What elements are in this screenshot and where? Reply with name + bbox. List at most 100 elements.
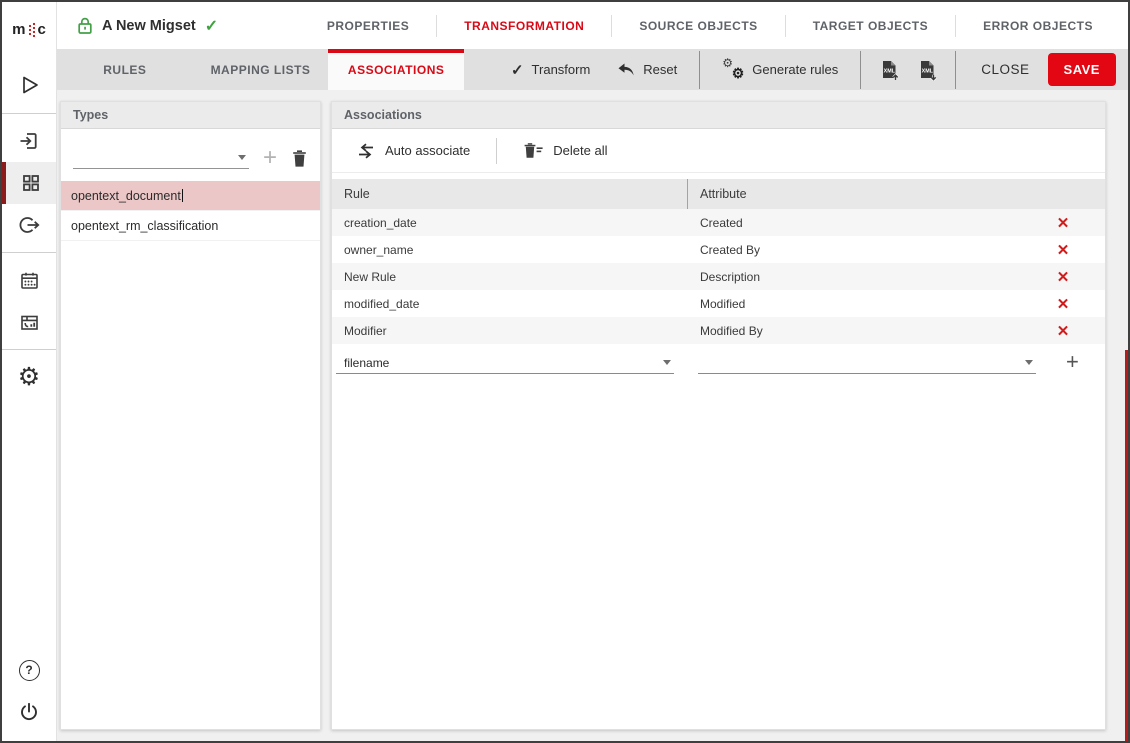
delete-type-button[interactable] <box>291 149 308 169</box>
reset-label: Reset <box>643 62 677 77</box>
svg-text:XML: XML <box>884 68 896 74</box>
transform-check-icon: ✓ <box>511 61 524 79</box>
sidebar-bottom-group: ? <box>2 649 56 741</box>
help-question-glyph: ? <box>25 663 32 677</box>
migsets-grid-icon <box>21 173 41 193</box>
transform-button[interactable]: ✓ Transform <box>498 61 603 79</box>
gear-large-icon: ⚙ <box>732 65 745 82</box>
delete-cell: ✕ <box>1021 268 1105 286</box>
associations-toolbar-separator <box>496 138 497 164</box>
types-list: opentext_document opentext_rm_classifica… <box>61 181 320 241</box>
generate-rules-label: Generate rules <box>752 62 838 77</box>
rule-cell: modified_date <box>332 297 688 311</box>
sidebar-item-run[interactable] <box>2 57 56 113</box>
sidebar-item-settings[interactable]: ⚙ <box>2 356 56 398</box>
type-item-label: opentext_document <box>71 189 181 203</box>
attribute-cell: Modified By <box>688 324 1021 338</box>
toolbar-separator <box>955 51 956 89</box>
logo-left: m <box>12 21 25 38</box>
delete-association-button[interactable]: ✕ <box>1057 323 1070 340</box>
tab-rules[interactable]: RULES <box>57 49 193 90</box>
sidebar-group-settings: ⚙ <box>2 349 56 404</box>
generate-rules-button[interactable]: ⚙ ⚙ Generate rules <box>709 60 851 79</box>
tab-source-objects[interactable]: SOURCE OBJECTS <box>612 19 784 33</box>
xml-download-icon: XML <box>916 59 938 81</box>
association-row: Modifier Modified By ✕ <box>332 317 1105 344</box>
transform-label: Transform <box>532 62 591 77</box>
tab-transformation[interactable]: TRANSFORMATION <box>437 19 611 33</box>
toolbar-separator <box>699 51 700 89</box>
types-panel-title: Types <box>61 102 320 129</box>
tab-target-objects[interactable]: TARGET OBJECTS <box>786 19 955 33</box>
power-icon <box>18 701 40 723</box>
compare-arrows-icon <box>356 143 376 159</box>
attribute-cell: Description <box>688 270 1021 284</box>
rule-cell: owner_name <box>332 243 688 257</box>
type-list-item[interactable]: opentext_rm_classification <box>61 211 320 241</box>
chevron-down-icon <box>1025 360 1033 365</box>
main-tabs: PROPERTIES TRANSFORMATION SOURCE OBJECTS… <box>300 2 1128 49</box>
rule-cell: creation_date <box>332 216 688 230</box>
delete-all-label: Delete all <box>553 143 607 158</box>
lock-icon <box>77 16 93 35</box>
toolbar-separator <box>860 51 861 89</box>
associations-panel: Associations Auto associate Delete al <box>331 101 1106 730</box>
svg-text:XML: XML <box>922 68 934 74</box>
sidebar-item-scheduler[interactable] <box>2 259 56 301</box>
tab-error-objects[interactable]: ERROR OBJECTS <box>956 19 1120 33</box>
toolbar-actions: ✓ Transform Reset ⚙ ⚙ Generate rules <box>498 51 1128 89</box>
logo-dots-icon <box>27 21 37 39</box>
save-button[interactable]: SAVE <box>1048 53 1116 86</box>
association-row: New Rule Description ✕ <box>332 263 1105 290</box>
top-header: A New Migset ✓ PROPERTIES TRANSFORMATION… <box>57 2 1128 49</box>
application-window: m c <box>0 0 1130 743</box>
delete-all-button[interactable]: Delete all <box>513 142 617 160</box>
sidebar-item-export[interactable] <box>2 204 56 246</box>
import-icon <box>18 130 40 152</box>
delete-association-button[interactable]: ✕ <box>1057 215 1070 232</box>
settings-gear-icon: ⚙ <box>18 365 40 389</box>
dashboard-icon <box>19 312 40 333</box>
new-attribute-select[interactable] <box>698 350 1036 374</box>
new-rule-value: filename <box>344 356 389 370</box>
new-association-row: filename + <box>332 344 1105 380</box>
reset-button[interactable]: Reset <box>603 62 690 77</box>
rule-cell: New Rule <box>332 270 688 284</box>
type-select-combobox[interactable] <box>73 145 249 169</box>
sidebar-item-import[interactable] <box>2 120 56 162</box>
import-xml-button[interactable]: XML <box>908 59 946 81</box>
tab-associations[interactable]: ASSOCIATIONS <box>328 49 464 90</box>
trash-icon <box>291 149 308 168</box>
logo-right: c <box>38 21 46 38</box>
sidebar-item-logout[interactable] <box>2 691 56 733</box>
delete-association-button[interactable]: ✕ <box>1057 269 1070 286</box>
delete-cell: ✕ <box>1021 295 1105 313</box>
auto-associate-button[interactable]: Auto associate <box>346 143 480 159</box>
type-list-item[interactable]: opentext_document <box>61 181 320 211</box>
generate-rules-gears-icon: ⚙ ⚙ <box>722 60 744 79</box>
export-xml-button[interactable]: XML <box>870 59 908 81</box>
new-rule-select[interactable]: filename <box>336 350 674 374</box>
add-type-button[interactable]: + <box>261 147 279 169</box>
scheduler-calendar-icon <box>19 270 40 291</box>
association-row: owner_name Created By ✕ <box>332 236 1105 263</box>
delete-cell: ✕ <box>1021 214 1105 232</box>
attribute-cell: Created <box>688 216 1021 230</box>
associations-toolbar: Auto associate Delete all <box>332 129 1105 173</box>
association-row: creation_date Created ✕ <box>332 209 1105 236</box>
column-header-attribute: Attribute <box>688 187 1105 201</box>
associations-panel-title: Associations <box>332 102 1105 129</box>
xml-upload-icon: XML <box>878 59 900 81</box>
associations-table-header: Rule Attribute <box>332 179 1105 209</box>
delete-association-button[interactable]: ✕ <box>1057 242 1070 259</box>
sidebar-item-dashboard[interactable] <box>2 301 56 343</box>
sidebar-item-help[interactable]: ? <box>2 649 56 691</box>
close-button[interactable]: CLOSE <box>965 62 1045 77</box>
transformation-toolbar: RULES MAPPING LISTS ASSOCIATIONS ✓ Trans… <box>57 49 1128 90</box>
tab-mapping-lists[interactable]: MAPPING LISTS <box>193 49 329 90</box>
sidebar-item-migsets[interactable] <box>2 162 56 204</box>
delete-association-button[interactable]: ✕ <box>1057 296 1070 313</box>
valid-check-icon: ✓ <box>205 16 218 36</box>
add-association-button[interactable]: + <box>1066 352 1079 372</box>
tab-properties[interactable]: PROPERTIES <box>300 19 436 33</box>
